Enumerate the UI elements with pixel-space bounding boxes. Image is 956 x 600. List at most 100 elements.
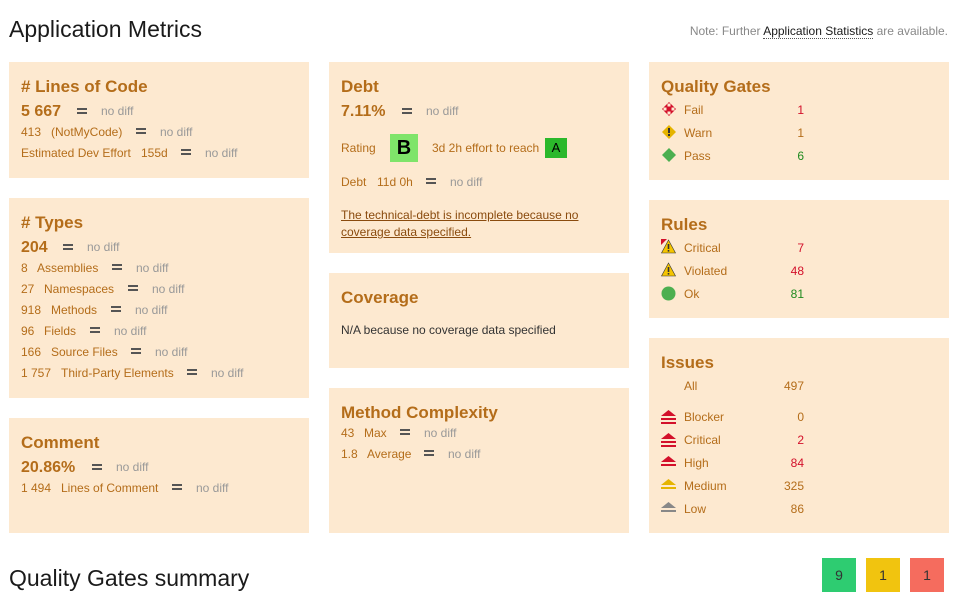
equal-icon: [111, 306, 121, 312]
card-title: Quality Gates: [661, 77, 771, 96]
types-row-value: 8: [21, 261, 28, 275]
issue-low-label: Low: [684, 502, 707, 516]
issue-critical-count: 2: [797, 433, 804, 447]
rating-grade-badge: B: [390, 134, 418, 162]
issue-blocker-label: Blocker: [684, 410, 725, 424]
comment-lines-value: 1 494: [21, 481, 52, 495]
gate-fail-count: 1: [797, 103, 804, 117]
equal-icon: [400, 429, 410, 435]
no-diff-label: no diff: [196, 481, 229, 495]
card-title: Method Complexity: [341, 403, 498, 422]
gate-pass-count: 6: [797, 149, 804, 163]
no-diff-label: no diff: [426, 104, 459, 118]
quality-gates-summary-title: Quality Gates summary: [9, 565, 250, 591]
card-title: Coverage: [341, 288, 419, 307]
rule-violated-label: Violated: [684, 264, 728, 278]
warning-icon: [661, 262, 676, 277]
types-row-label: Assemblies: [37, 261, 99, 275]
issue-high-label: High: [684, 456, 709, 470]
rule-critical-label: Critical: [684, 241, 721, 255]
card-title: # Types: [21, 213, 84, 232]
no-diff-label: no diff: [205, 146, 238, 160]
issue-low-count: 86: [790, 502, 804, 516]
gate-warn-count: 1: [797, 126, 804, 140]
equal-icon: [181, 149, 191, 155]
no-diff-label: no diff: [448, 447, 481, 461]
no-diff-label: no diff: [211, 366, 244, 380]
comment-lines-label: Lines of Comment: [61, 481, 159, 495]
method-complexity-card: Method Complexity 43 Max no diff 1.8 Ave…: [329, 388, 629, 533]
effort-value: 155d: [141, 146, 168, 160]
debt-time-value: 11d 0h: [377, 175, 413, 189]
effort-to-reach-text: 3d 2h effort to reach: [432, 141, 540, 155]
blocker-severity-icon: [661, 410, 676, 424]
summary-fail-count[interactable]: 1: [910, 558, 944, 592]
rule-critical-count: 7: [797, 241, 804, 255]
equal-icon: [77, 108, 87, 114]
card-title: Debt: [341, 77, 379, 96]
no-diff-label: no diff: [87, 240, 120, 254]
no-diff-label: no diff: [450, 175, 483, 189]
page-title: Application Metrics: [9, 16, 203, 42]
rule-ok-count: 81: [790, 287, 804, 301]
types-value: 204: [21, 239, 48, 256]
statistics-note: Note: Further Application Statistics are…: [689, 24, 948, 39]
rule-violated-count: 48: [790, 264, 804, 278]
summary-pass-count[interactable]: 9: [822, 558, 856, 592]
no-diff-label: no diff: [424, 426, 457, 440]
effort-label: Estimated Dev Effort: [21, 146, 131, 160]
equal-icon: [426, 178, 436, 184]
max-value: 43: [341, 426, 355, 440]
rules-card: Rules Critical 7 Violated 48 Ok 81: [649, 200, 949, 318]
equal-icon: [128, 285, 138, 291]
no-diff-label: no diff: [135, 303, 168, 317]
debt-card: Debt 7.11% no diff Rating B 3d 2h effort…: [329, 62, 629, 253]
max-label: Max: [364, 426, 387, 440]
gate-fail-label: Fail: [684, 103, 704, 117]
issue-medium-label: Medium: [684, 479, 727, 493]
equal-icon: [112, 264, 122, 270]
types-card: # Types 204 no diff 8 Assemblies no diff…: [9, 198, 309, 398]
types-row-label: Fields: [44, 324, 77, 338]
types-row-value: 96: [21, 324, 35, 338]
types-row-label: Third-Party Elements: [61, 366, 174, 380]
equal-icon: [131, 348, 141, 354]
card-title: # Lines of Code: [21, 77, 148, 96]
rule-ok-label: Ok: [684, 287, 700, 301]
application-statistics-link[interactable]: Application Statistics: [763, 24, 874, 39]
equal-icon: [136, 128, 146, 134]
no-diff-label: no diff: [136, 261, 169, 275]
coverage-text: N/A because no coverage data specified: [341, 323, 556, 337]
lines-of-code-card: # Lines of Code 5 667 no diff 413 (NotMy…: [9, 62, 309, 178]
medium-severity-icon: [661, 479, 676, 489]
low-severity-icon: [661, 502, 676, 512]
types-row-value: 918: [21, 303, 42, 317]
types-row-label: Methods: [51, 303, 98, 317]
quality-gates-card: Quality Gates Fail 1 Warn 1 Pass 6: [649, 62, 949, 180]
summary-warn-count[interactable]: 1: [866, 558, 900, 592]
types-row-label: Source Files: [51, 345, 118, 359]
issues-all-count: 497: [783, 379, 804, 393]
comment-value: 20.86%: [21, 459, 76, 476]
no-diff-label: no diff: [152, 282, 185, 296]
issue-medium-count: 325: [783, 479, 804, 493]
equal-icon: [63, 244, 73, 250]
types-row-label: Namespaces: [44, 282, 115, 296]
issue-critical-label: Critical: [684, 433, 721, 447]
debt-label: Debt: [341, 175, 367, 189]
equal-icon: [92, 464, 102, 470]
incomplete-debt-warning-link[interactable]: The technical-debt is incomplete because…: [341, 207, 601, 241]
card-title: Rules: [661, 215, 708, 234]
critical-warning-icon: [661, 239, 676, 254]
notmycode-label: (NotMyCode): [51, 125, 123, 139]
issue-blocker-count: 0: [797, 410, 804, 424]
notmycode-value: 413: [21, 125, 42, 139]
no-diff-label: no diff: [116, 460, 149, 474]
equal-icon: [424, 450, 434, 456]
equal-icon: [402, 108, 412, 114]
types-row-value: 27: [21, 282, 35, 296]
fail-diamond-icon: [662, 102, 676, 116]
high-severity-icon: [661, 456, 676, 466]
gate-warn-label: Warn: [684, 126, 713, 140]
no-diff-label: no diff: [155, 345, 188, 359]
